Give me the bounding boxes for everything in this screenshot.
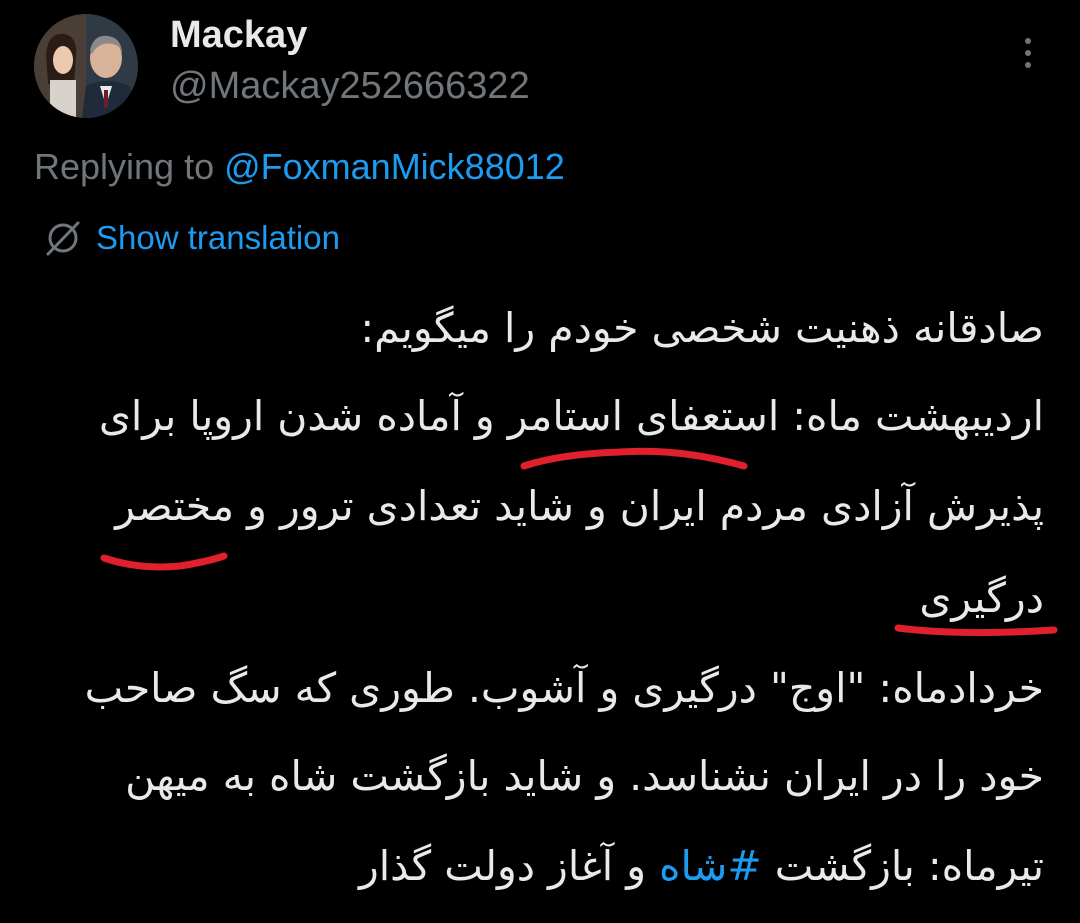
- tweet-text-line: خود را در ایران نشناسد. و شاید بازگشت شا…: [125, 752, 1044, 800]
- user-handle[interactable]: @Mackay252666322: [170, 65, 530, 108]
- tweet-text-line: اردیبهشت ماه: استعفای استامر و آماده شدن…: [98, 392, 1044, 440]
- more-dot-icon: [1025, 38, 1031, 44]
- tweet-text-line: تیرماه: بازگشت #شاه و آغاز دولت گذار: [359, 836, 1044, 896]
- tweet-text-segment: و آغاز دولت گذار: [358, 842, 660, 890]
- tweet-text-line: درگیری: [919, 574, 1044, 622]
- show-translation-label: Show translation: [96, 219, 340, 256]
- replying-to: Replying to @FoxmanMick88012: [34, 146, 565, 188]
- display-name[interactable]: Mackay: [170, 14, 307, 57]
- globe-slash-icon: [46, 221, 80, 256]
- tweet-text-line: پذیرش آزادی مردم ایران و شاید تعدادی ترو…: [115, 482, 1044, 530]
- red-underline-mark: [100, 552, 228, 571]
- red-underline-mark: [894, 624, 1058, 637]
- replying-to-prefix: Replying to: [34, 146, 225, 187]
- more-options-button[interactable]: [1008, 30, 1048, 76]
- show-translation-button[interactable]: Show translation: [44, 216, 340, 260]
- more-dot-icon: [1025, 50, 1031, 56]
- red-underline-mark: [520, 447, 748, 470]
- replying-to-handle-link[interactable]: @FoxmanMick88012: [224, 146, 565, 187]
- avatar-image: [34, 14, 138, 118]
- avatar[interactable]: [34, 14, 138, 118]
- more-dot-icon: [1025, 62, 1031, 68]
- tweet-text-segment: تیرماه: بازگشت: [761, 842, 1044, 890]
- hashtag-link[interactable]: #شاه: [659, 842, 762, 890]
- tweet-text-line: خردادماه: "اوج" درگیری و آشوب. طوری که س…: [84, 664, 1044, 712]
- tweet-text-line: صادقانه ذهنیت شخصی خودم را میگویم:: [360, 304, 1044, 352]
